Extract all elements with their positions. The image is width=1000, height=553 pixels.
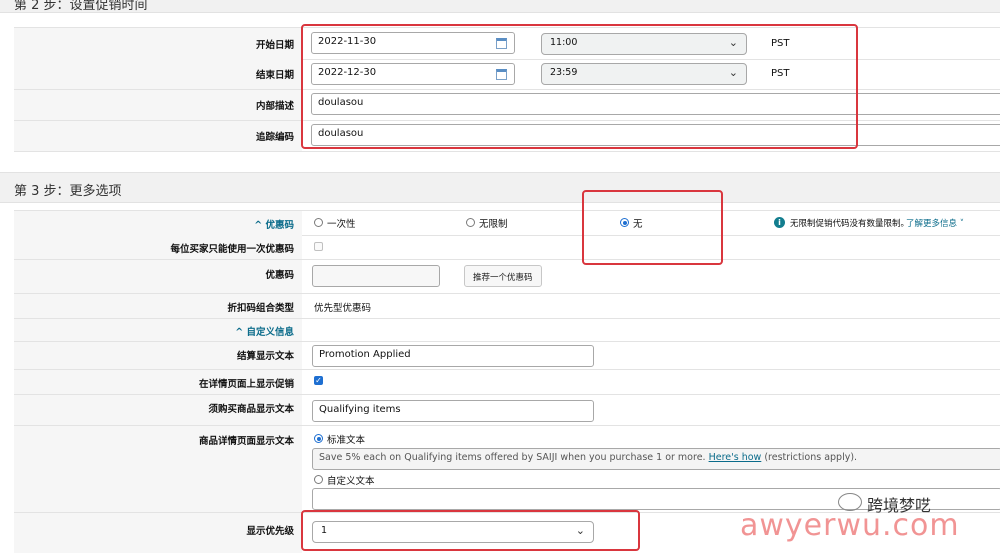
custom-info-toggle[interactable]: ^ 自定义信息 [14,319,302,341]
qualifying-text-row: 须购买商品显示文本 Qualifying items [14,395,1000,426]
coupon-unlimited-radio[interactable] [466,218,475,227]
combo-type-value: 优先型优惠码 [314,303,372,314]
tracking-code-label: 追踪编码 [14,121,302,151]
combo-type-row: 折扣码组合类型 优先型优惠码 [14,294,1000,319]
once-per-buyer-checkbox[interactable] [314,242,323,251]
custom-text-label: 自定义文本 [327,476,375,487]
coupon-code-input[interactable] [312,265,440,287]
step2-title: 第 2 步：设置促销时间 [14,0,148,13]
end-date-label: 结束日期 [14,59,302,89]
coupon-once-label: 一次性 [327,219,356,230]
coupon-row: ^ 优惠码 一次性 无限制 无 i 无限制促销代码没有数量限制。 了解更多信息 … [14,210,1000,236]
coupon-info-text: 无限制促销代码没有数量限制。 [790,219,910,229]
learn-more-link[interactable]: 了解更多信息 ˅ [906,217,964,229]
coupon-code-row: 优惠码 推荐一个优惠码 [14,260,1000,294]
product-text-label: 商品详情页面显示文本 [14,426,302,512]
checkout-text-input[interactable]: Promotion Applied [312,345,594,367]
qualifying-text-input[interactable]: Qualifying items [312,400,594,422]
detail-page-row: 在详情页面上显示促销 ✓ [14,370,1000,395]
highlight-box-schedule [301,24,858,149]
checkout-text-label: 结算显示文本 [14,342,302,369]
once-per-buyer-row: 每位买家只能使用一次优惠码 [14,235,1000,260]
step2-header: 第 2 步：设置促销时间 [0,0,1000,13]
info-icon: i [774,217,785,228]
suggest-coupon-button[interactable]: 推荐一个优惠码 [464,265,542,287]
combo-type-label: 折扣码组合类型 [14,294,302,318]
coupon-unlimited-label: 无限制 [479,219,508,230]
step3-title: 第 3 步：更多选项 [14,184,122,199]
start-date-label: 开始日期 [14,28,302,59]
once-per-buyer-label: 每位买家只能使用一次优惠码 [14,235,302,259]
qualifying-text-label: 须购买商品显示文本 [14,395,302,425]
custom-text-radio[interactable] [314,475,323,484]
detail-page-checkbox[interactable]: ✓ [314,376,323,385]
standard-text-radio[interactable] [314,434,323,443]
standard-text-preview: Save 5% each on Qualifying items offered… [312,448,1000,470]
heres-how-link[interactable]: Here's how [709,452,762,463]
coupon-once-radio[interactable] [314,218,323,227]
standard-text-label: 标准文本 [327,435,366,446]
priority-label: 显示优先级 [14,513,302,553]
detail-page-label: 在详情页面上显示促销 [14,370,302,394]
highlight-box-coupon-none [582,190,723,265]
highlight-box-priority [301,510,640,551]
coupon-section-toggle[interactable]: ^ 优惠码 [14,211,302,235]
custom-info-row: ^ 自定义信息 [14,319,1000,342]
internal-desc-label: 内部描述 [14,90,302,120]
coupon-code-label: 优惠码 [14,260,302,293]
step3-header: 第 3 步：更多选项 [0,172,1000,203]
watermark-url: awyerwu.com [740,508,960,543]
checkout-text-row: 结算显示文本 Promotion Applied [14,342,1000,370]
